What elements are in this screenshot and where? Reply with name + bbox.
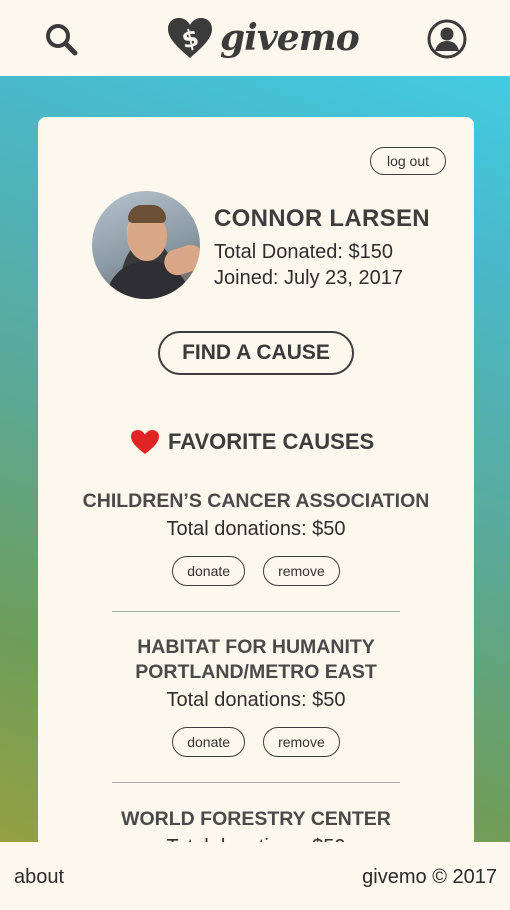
- about-link[interactable]: about: [14, 866, 64, 889]
- avatar: [92, 191, 200, 299]
- cause-name-line-2: PORTLAND/METRO EAST: [135, 661, 377, 683]
- joined-date: Joined: July 23, 2017: [214, 267, 404, 289]
- user-account-icon: [427, 19, 467, 59]
- heart-dollar-icon: $: [168, 18, 212, 58]
- cause-total: Total donations: $50: [166, 518, 346, 540]
- search-icon: [46, 24, 78, 56]
- footer: about givemo © 2017: [0, 842, 510, 910]
- top-bar: $ givemo: [0, 0, 510, 76]
- copyright-text: givemo © 2017: [362, 866, 497, 888]
- search-button[interactable]: [40, 18, 82, 60]
- heart-icon: [131, 430, 159, 454]
- remove-button[interactable]: remove: [263, 556, 340, 586]
- favorite-causes-title: FAVORITE CAUSES: [168, 429, 375, 454]
- cause-name-line-1: HABITAT FOR HUMANITY: [137, 636, 375, 658]
- find-a-cause-button[interactable]: FIND A CAUSE: [158, 331, 354, 375]
- cause-name: CHILDREN’S CANCER ASSOCIATION: [82, 490, 430, 512]
- cause-item: HABITAT FOR HUMANITY PORTLAND/METRO EAST…: [38, 635, 474, 757]
- remove-button[interactable]: remove: [263, 727, 340, 757]
- divider: [112, 782, 400, 783]
- cause-total: Total donations: $50: [166, 689, 346, 711]
- favorite-causes-heading: FAVORITE CAUSES: [130, 427, 374, 457]
- donate-button[interactable]: donate: [172, 727, 246, 757]
- cause-name: WORLD FORESTRY CENTER: [121, 808, 391, 830]
- total-donated: Total Donated: $150: [214, 241, 394, 263]
- donate-button[interactable]: donate: [172, 556, 246, 586]
- givemo-logo[interactable]: $ givemo: [166, 14, 360, 62]
- user-name: CONNOR LARSEN: [214, 205, 430, 232]
- divider: [112, 611, 400, 612]
- account-button[interactable]: [426, 18, 468, 60]
- profile-card: log out CONNOR LARSEN Total Donated: $15…: [38, 117, 474, 904]
- cause-item: CHILDREN’S CANCER ASSOCIATION Total dona…: [38, 489, 474, 586]
- logout-button[interactable]: log out: [370, 147, 446, 175]
- logo-text: givemo: [220, 17, 360, 59]
